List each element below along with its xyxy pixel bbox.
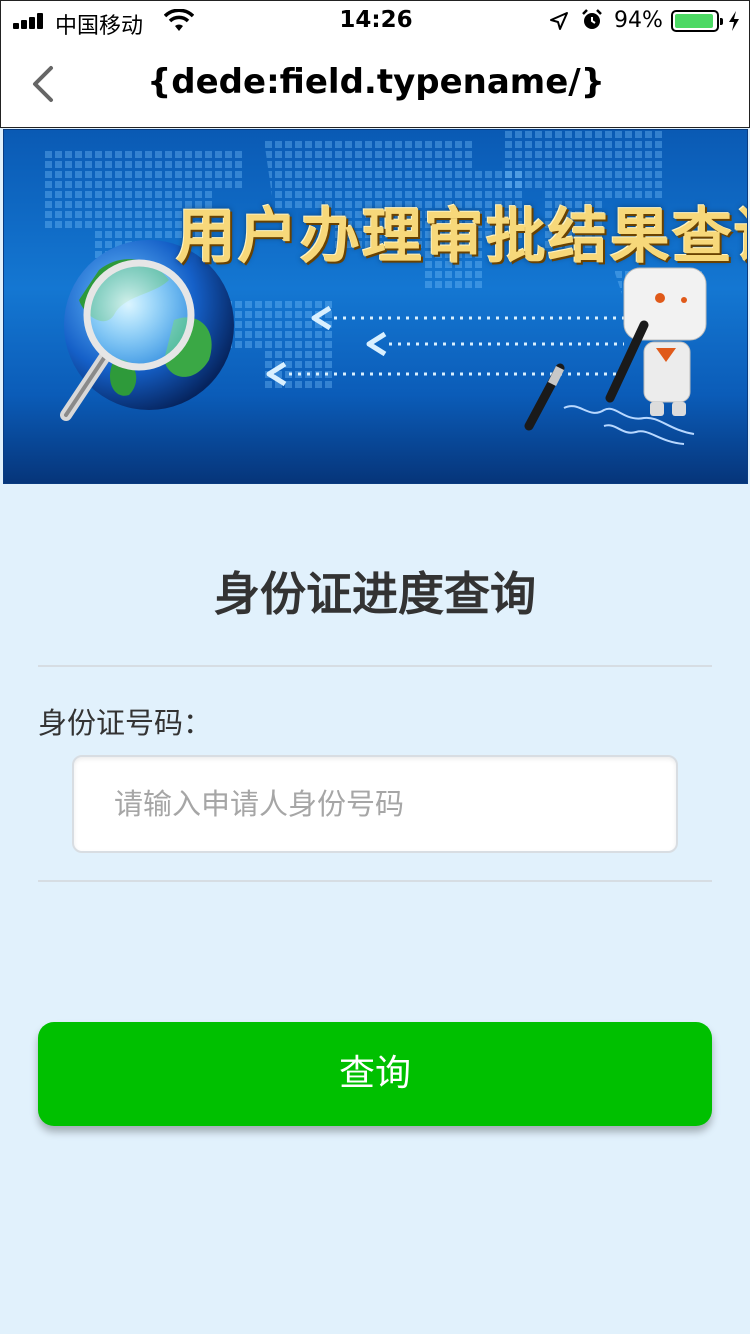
banner-graphic <box>44 130 707 445</box>
battery-percent: 94% <box>614 8 663 33</box>
location-icon <box>550 12 568 30</box>
nav-bar: {dede:field.typename/} <box>0 40 750 128</box>
battery-icon <box>671 10 723 32</box>
divider <box>38 880 712 882</box>
page-title: {dede:field.typename/} <box>147 62 605 102</box>
alarm-icon <box>582 9 602 29</box>
query-button[interactable]: 查询 <box>38 1022 712 1126</box>
status-bar: 中国移动 14:26 94% <box>0 0 750 40</box>
divider <box>38 665 712 667</box>
form-title: 身份证进度查询 <box>214 567 536 621</box>
banner-title: 用户办理审批结果查询 <box>176 202 748 272</box>
id-number-input[interactable] <box>72 755 678 853</box>
id-number-label: 身份证号码： <box>38 706 213 740</box>
charging-icon <box>729 11 739 31</box>
banner-image: 用户办理审批结果查询 <box>3 129 748 484</box>
